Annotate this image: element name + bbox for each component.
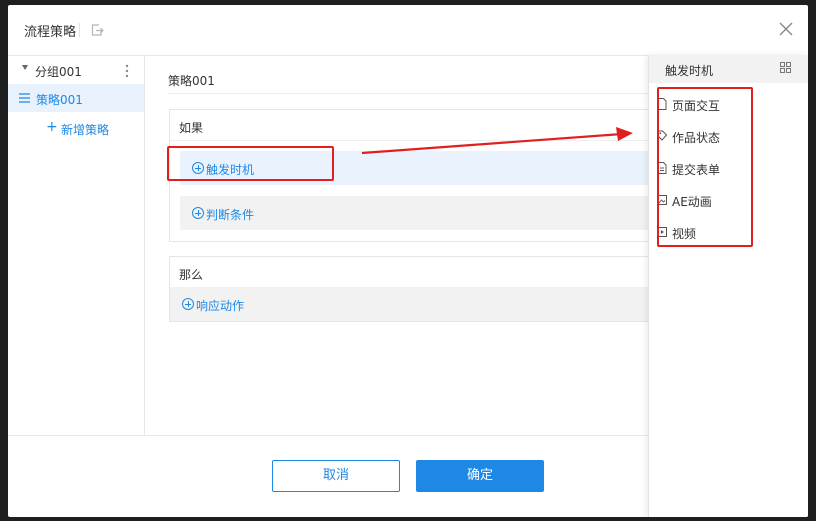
list-icon bbox=[19, 93, 30, 103]
add-action-label: 响应动作 bbox=[196, 299, 245, 313]
close-icon[interactable] bbox=[776, 19, 796, 39]
section-divider bbox=[170, 140, 649, 141]
footer-divider bbox=[8, 435, 648, 436]
trigger-button-highlight bbox=[167, 146, 334, 181]
more-vertical-icon[interactable] bbox=[125, 64, 129, 78]
plus-circle-icon bbox=[182, 298, 194, 310]
group-label: 分组001 bbox=[35, 65, 82, 79]
strategy-name: 策略001 bbox=[168, 74, 215, 88]
trigger-panel-title: 触发时机 bbox=[665, 64, 714, 78]
action-row: 响应动作 bbox=[170, 287, 649, 321]
add-strategy-label: 新增策略 bbox=[61, 123, 110, 137]
plus-icon: + bbox=[46, 119, 58, 135]
dialog-header: 流程策略 bbox=[8, 5, 808, 56]
then-section-title: 那么 bbox=[179, 268, 204, 282]
sidebar-item-strategy[interactable]: 策略001 bbox=[8, 84, 144, 112]
name-divider bbox=[168, 93, 648, 94]
if-section-title: 如果 bbox=[179, 121, 204, 135]
add-condition-label: 判断条件 bbox=[206, 208, 255, 222]
plus-circle-icon bbox=[192, 207, 204, 219]
caret-down-icon[interactable] bbox=[22, 65, 28, 70]
header-divider bbox=[79, 23, 80, 37]
strategy-sidebar: 分组001 策略001 + 新增策略 bbox=[8, 55, 145, 435]
group-row[interactable]: 分组001 bbox=[8, 57, 144, 83]
then-section: 那么 响应动作 bbox=[169, 256, 649, 322]
trigger-panel-header: 触发时机 bbox=[649, 55, 808, 83]
confirm-button[interactable]: 确定 bbox=[416, 460, 544, 492]
condition-row: 判断条件 bbox=[180, 196, 649, 230]
export-icon[interactable] bbox=[90, 23, 104, 37]
sidebar-item-label: 策略001 bbox=[36, 93, 83, 107]
strategy-editor: 策略001 如果 触发时机 判断条件 那么 响应动作 bbox=[145, 55, 649, 435]
trigger-panel: 触发时机 页面交互 作品状态 提交表单 AE动画 视频 bbox=[648, 55, 808, 517]
grid-icon[interactable] bbox=[780, 62, 791, 73]
strategy-dialog: 流程策略 分组001 策略001 + 新增策略 策略001 如果 触发时机 判断… bbox=[8, 5, 808, 517]
dialog-title: 流程策略 bbox=[24, 25, 77, 40]
cancel-button[interactable]: 取消 bbox=[272, 460, 400, 492]
trigger-options-highlight bbox=[657, 87, 753, 247]
